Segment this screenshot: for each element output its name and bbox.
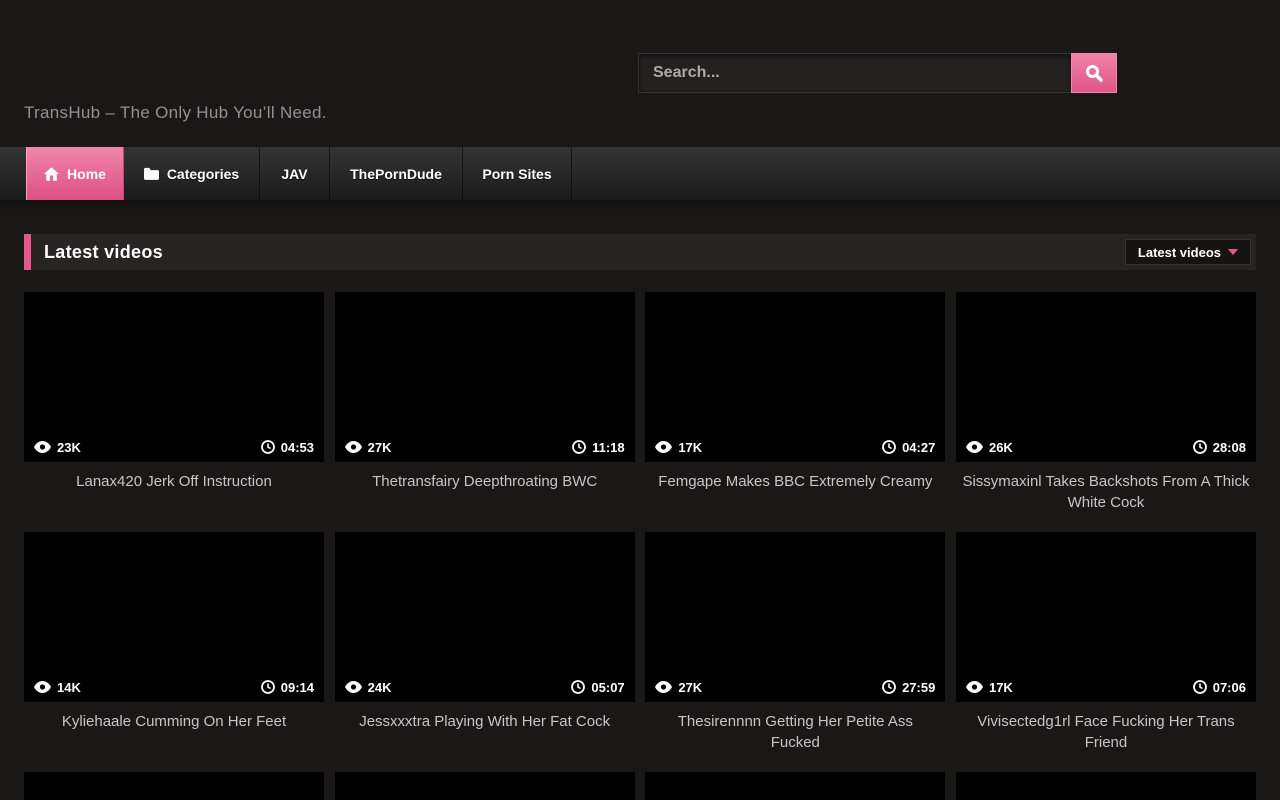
video-thumbnail[interactable]: 27K 11:18 — [335, 292, 635, 462]
site-slogan: TransHub – The Only Hub You’ll Need. — [24, 103, 327, 123]
video-title[interactable]: Sissymaxinl Takes Backshots From A Thick… — [956, 462, 1256, 513]
page-header: TransHub – The Only Hub You’ll Need. — [0, 0, 1280, 147]
video-duration: 27:59 — [902, 680, 935, 695]
video-thumbnail[interactable]: 17K 07:06 — [956, 532, 1256, 702]
video-thumbnail[interactable]: 14K 09:14 — [24, 532, 324, 702]
video-title[interactable]: Kyliehaale Cumming On Her Feet — [24, 702, 324, 732]
video-duration: 04:27 — [902, 440, 935, 455]
clock-icon — [1193, 680, 1207, 694]
video-title[interactable]: Lanax420 Jerk Off Instruction — [24, 462, 324, 492]
eye-icon — [345, 441, 362, 453]
video-views: 24K — [368, 680, 392, 695]
sort-dropdown-label: Latest videos — [1138, 245, 1221, 260]
folder-icon — [144, 167, 159, 180]
video-meta: 24K 05:07 — [335, 672, 635, 702]
nav-item-home[interactable]: Home — [26, 147, 124, 200]
video-thumbnail[interactable]: 23K 04:53 — [24, 292, 324, 462]
nav-shadow — [0, 200, 1280, 213]
video-card[interactable] — [645, 772, 945, 800]
search-button[interactable] — [1071, 53, 1117, 93]
video-duration: 04:53 — [281, 440, 314, 455]
video-views: 14K — [57, 680, 81, 695]
video-card[interactable]: 17K 04:27 Femgape Makes BBC Extremely Cr… — [645, 292, 945, 532]
section-title: Latest videos — [44, 242, 163, 263]
video-thumbnail[interactable] — [645, 772, 945, 800]
nav-item-categories[interactable]: Categories — [124, 147, 260, 200]
video-duration: 05:07 — [591, 680, 624, 695]
section-header: Latest videos Latest videos — [24, 234, 1256, 270]
main-nav: Home Categories JAV ThePornDude Porn Sit… — [0, 147, 1280, 200]
video-meta: 27K 11:18 — [335, 432, 635, 462]
video-meta: 14K 09:14 — [24, 672, 324, 702]
video-thumbnail[interactable]: 27K 27:59 — [645, 532, 945, 702]
eye-icon — [345, 681, 362, 693]
clock-icon — [571, 680, 585, 694]
video-duration: 07:06 — [1213, 680, 1246, 695]
clock-icon — [1193, 440, 1207, 454]
sort-dropdown[interactable]: Latest videos — [1125, 239, 1251, 265]
video-title[interactable]: Jessxxxtra Playing With Her Fat Cock — [335, 702, 635, 732]
clock-icon — [261, 440, 275, 454]
video-meta: 26K 28:08 — [956, 432, 1256, 462]
video-card[interactable] — [24, 772, 324, 800]
nav-item-label: Home — [67, 166, 106, 182]
video-title[interactable]: Thetransfairy Deepthroating BWC — [335, 462, 635, 492]
eye-icon — [34, 681, 51, 693]
video-views: 17K — [989, 680, 1013, 695]
video-title[interactable]: Femgape Makes BBC Extremely Creamy — [645, 462, 945, 492]
video-views: 27K — [678, 680, 702, 695]
chevron-down-icon — [1228, 249, 1238, 255]
clock-icon — [882, 440, 896, 454]
home-icon — [44, 167, 59, 181]
nav-item-label: JAV — [281, 166, 307, 182]
video-thumbnail[interactable]: 26K 28:08 — [956, 292, 1256, 462]
nav-item-theporndude[interactable]: ThePornDude — [330, 147, 463, 200]
video-meta: 23K 04:53 — [24, 432, 324, 462]
video-views: 23K — [57, 440, 81, 455]
search-icon — [1085, 64, 1103, 82]
search-input[interactable] — [638, 53, 1071, 93]
video-card[interactable]: 27K 11:18 Thetransfairy Deepthroating BW… — [335, 292, 635, 532]
clock-icon — [572, 440, 586, 454]
video-grid: 23K 04:53 Lanax420 Jerk Off Instruction — [24, 292, 1256, 800]
video-card[interactable]: 14K 09:14 Kyliehaale Cumming On Her Feet — [24, 532, 324, 772]
video-card[interactable]: 27K 27:59 Thesirennnn Getting Her Petite… — [645, 532, 945, 772]
video-thumbnail[interactable]: 17K 04:27 — [645, 292, 945, 462]
nav-item-label: ThePornDude — [350, 166, 442, 182]
eye-icon — [34, 441, 51, 453]
video-views: 27K — [368, 440, 392, 455]
video-card[interactable]: 24K 05:07 Jessxxxtra Playing With Her Fa… — [335, 532, 635, 772]
video-thumbnail[interactable] — [956, 772, 1256, 800]
video-title[interactable]: Thesirennnn Getting Her Petite Ass Fucke… — [645, 702, 945, 753]
nav-item-label: Categories — [167, 166, 239, 182]
video-card[interactable]: 17K 07:06 Vivisectedg1rl Face Fucking He… — [956, 532, 1256, 772]
video-card[interactable]: 23K 04:53 Lanax420 Jerk Off Instruction — [24, 292, 324, 532]
video-meta: 27K 27:59 — [645, 672, 945, 702]
video-card[interactable]: 26K 28:08 Sissymaxinl Takes Backshots Fr… — [956, 292, 1256, 532]
video-views: 17K — [678, 440, 702, 455]
search-form — [638, 53, 1117, 93]
video-duration: 28:08 — [1213, 440, 1246, 455]
nav-item-porn-sites[interactable]: Porn Sites — [463, 147, 572, 200]
nav-item-label: Porn Sites — [482, 166, 551, 182]
video-duration: 09:14 — [281, 680, 314, 695]
video-card[interactable] — [335, 772, 635, 800]
eye-icon — [655, 681, 672, 693]
eye-icon — [655, 441, 672, 453]
eye-icon — [966, 681, 983, 693]
eye-icon — [966, 441, 983, 453]
video-title[interactable]: Vivisectedg1rl Face Fucking Her Trans Fr… — [956, 702, 1256, 753]
clock-icon — [882, 680, 896, 694]
video-card[interactable] — [956, 772, 1256, 800]
video-meta: 17K 07:06 — [956, 672, 1256, 702]
video-thumbnail[interactable] — [24, 772, 324, 800]
video-meta: 17K 04:27 — [645, 432, 945, 462]
video-thumbnail[interactable]: 24K 05:07 — [335, 532, 635, 702]
nav-item-jav[interactable]: JAV — [260, 147, 330, 200]
video-thumbnail[interactable] — [335, 772, 635, 800]
video-duration: 11:18 — [592, 440, 625, 455]
video-views: 26K — [989, 440, 1013, 455]
clock-icon — [261, 680, 275, 694]
